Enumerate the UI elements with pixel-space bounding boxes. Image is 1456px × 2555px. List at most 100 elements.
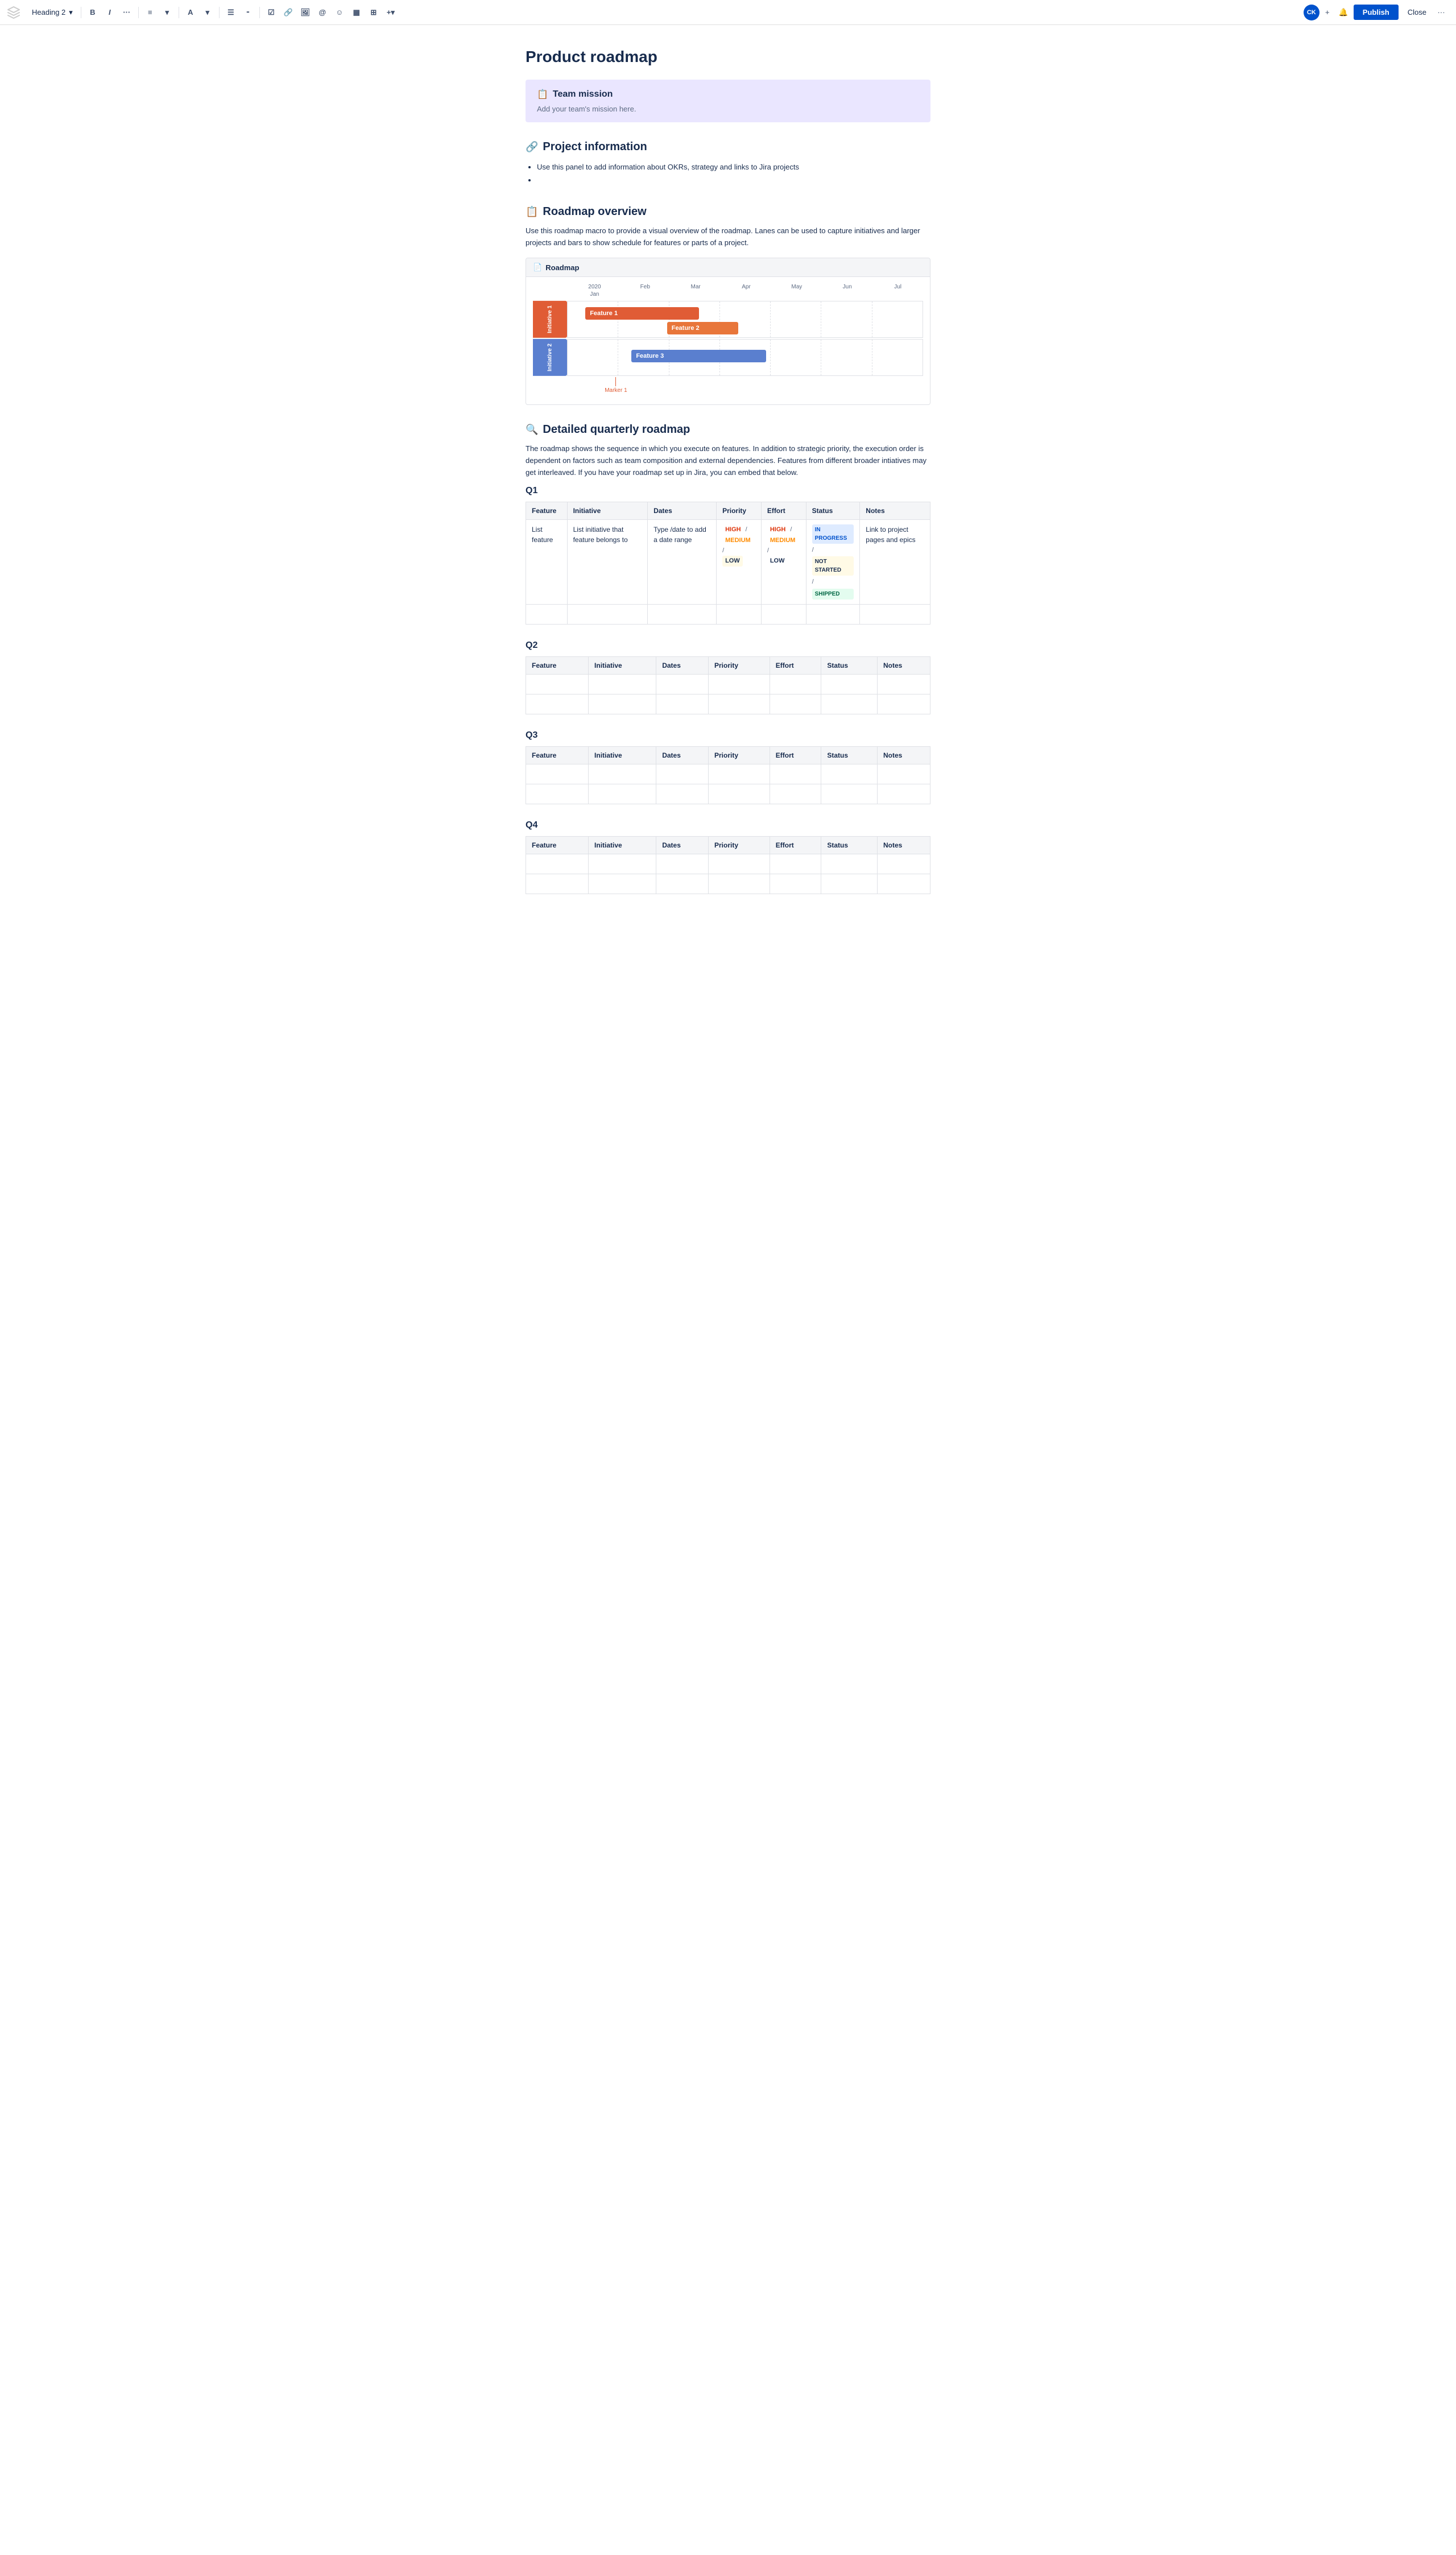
timeline-jul: Jul [872, 284, 923, 297]
heading-selector[interactable]: Heading 2 ▾ [27, 6, 77, 19]
q4-table: Feature Initiative Dates Priority Effort… [526, 836, 930, 894]
timeline-jun: Jun [822, 284, 872, 297]
dates-cell[interactable]: Type /date to add a date range [648, 519, 717, 604]
table-row-empty-2 [526, 874, 930, 894]
initiative-cell[interactable]: List initiative that feature belongs to [567, 519, 647, 604]
col-status: Status [821, 746, 878, 764]
col-initiative: Initiative [589, 656, 656, 674]
col-effort: Effort [761, 502, 806, 519]
divider-4 [219, 7, 220, 18]
color-chevron[interactable]: ▾ [200, 5, 216, 20]
notifications-button[interactable]: 🔔 [1335, 5, 1351, 20]
effort-high: HIGH [767, 524, 789, 535]
q3-table: Feature Initiative Dates Priority Effort… [526, 746, 930, 804]
roadmap-overview-heading: 📋 Roadmap overview [526, 205, 930, 218]
col-notes: Notes [860, 502, 930, 519]
priority-medium: MEDIUM [722, 535, 754, 546]
feature2-bar: Feature 2 [667, 322, 738, 334]
align-button[interactable]: ≡ [142, 5, 158, 20]
task-button[interactable]: ☑ [263, 5, 279, 20]
table-row: List feature List initiative that featur… [526, 519, 930, 604]
text-format-group: B I ··· [85, 5, 135, 20]
ordered-list-button[interactable]: ⁃ [240, 5, 256, 20]
mission-icon: 📋 [537, 89, 548, 100]
effort-medium: MEDIUM [767, 535, 799, 546]
lane-content-2: Feature 3 [567, 339, 923, 376]
col-notes: Notes [878, 746, 930, 764]
q3-title: Q3 [526, 730, 930, 741]
more-text-button[interactable]: ··· [119, 5, 135, 20]
table-row-empty [526, 604, 930, 624]
more-options-button[interactable]: ··· [1433, 5, 1449, 20]
table-row-empty-1 [526, 854, 930, 874]
mission-header: 📋 Team mission [537, 89, 919, 100]
table-header-row: Feature Initiative Dates Priority Effort… [526, 502, 930, 519]
mention-button[interactable]: @ [315, 5, 330, 20]
roadmap-chart: 2020 Jan Feb Mar Apr May Jun Jul Initiat… [526, 277, 930, 404]
unordered-list-button[interactable]: ☰ [223, 5, 239, 20]
q3-section: Q3 Feature Initiative Dates Priority Eff… [526, 730, 930, 804]
col-initiative: Initiative [589, 746, 656, 764]
chevron-down-icon: ▾ [69, 8, 73, 17]
add-collaborator-button[interactable]: + [1320, 5, 1335, 20]
effort-cell[interactable]: HIGH / MEDIUM / LOW [761, 519, 806, 604]
q2-section: Q2 Feature Initiative Dates Priority Eff… [526, 640, 930, 714]
image-button[interactable]: 🖼 [297, 5, 313, 20]
columns-button[interactable]: ⊞ [366, 5, 382, 20]
link-button[interactable]: 🔗 [280, 5, 296, 20]
timeline-may: May [771, 284, 822, 297]
effort-low: LOW [767, 556, 788, 567]
avatar[interactable]: CK [1304, 5, 1320, 20]
notes-cell[interactable]: Link to project pages and epics [860, 519, 930, 604]
close-button[interactable]: Close [1401, 5, 1433, 20]
col-status: Status [806, 502, 860, 519]
mission-title: Team mission [553, 89, 613, 100]
lane-content-1: Feature 1 Feature 2 [567, 301, 923, 338]
roadmap-file-icon: 📄 [533, 263, 542, 272]
table-header-row: Feature Initiative Dates Priority Effort… [526, 656, 930, 674]
q2-table: Feature Initiative Dates Priority Effort… [526, 656, 930, 714]
publish-button[interactable]: Publish [1354, 5, 1399, 20]
table-header-row: Feature Initiative Dates Priority Effort… [526, 746, 930, 764]
more-insert-button[interactable]: +▾ [383, 5, 399, 20]
timeline-apr: Apr [721, 284, 772, 297]
lane-row-1: Initiative 1 Feature [533, 301, 923, 338]
q4-title: Q4 [526, 820, 930, 830]
bold-button[interactable]: B [85, 5, 101, 20]
feature1-bar: Feature 1 [585, 307, 699, 320]
roadmap-macro-label: Roadmap [545, 263, 579, 272]
status-shipped: SHIPPED [812, 589, 854, 600]
col-notes: Notes [878, 656, 930, 674]
mission-placeholder[interactable]: Add your team's mission here. [537, 105, 919, 113]
insert-group: ☑ 🔗 🖼 @ ☺ ▦ ⊞ +▾ [263, 5, 399, 20]
page-title[interactable]: Product roadmap [526, 48, 930, 66]
roadmap-icon: 📋 [526, 206, 538, 218]
emoji-button[interactable]: ☺ [332, 5, 348, 20]
feature-cell[interactable]: List feature [526, 519, 568, 604]
align-chevron[interactable]: ▾ [159, 5, 175, 20]
priority-cell[interactable]: HIGH / MEDIUM / LOW [717, 519, 762, 604]
italic-button[interactable]: I [102, 5, 118, 20]
col-priority: Priority [709, 836, 770, 854]
feature3-bar: Feature 3 [631, 350, 766, 362]
timeline-feb: Feb [620, 284, 671, 297]
divider-5 [259, 7, 260, 18]
col-priority: Priority [709, 746, 770, 764]
text-color-button[interactable]: A [183, 5, 198, 20]
table-row-empty-1 [526, 764, 930, 784]
roadmap-macro: 📄 Roadmap 2020 Jan Feb Mar Apr May Jun J… [526, 258, 930, 405]
list-item: Use this panel to add information about … [537, 160, 930, 173]
table-button[interactable]: ▦ [349, 5, 365, 20]
col-effort: Effort [770, 656, 821, 674]
col-feature: Feature [526, 656, 589, 674]
status-cell[interactable]: IN PROGRESS / NOT STARTED / SHIPPED [806, 519, 860, 604]
q1-section: Q1 Feature Initiative Dates Priority Eff… [526, 486, 930, 625]
page-content: Product roadmap 📋 Team mission Add your … [512, 25, 944, 958]
align-group: ≡ ▾ [142, 5, 175, 20]
col-status: Status [821, 656, 878, 674]
app-logo [7, 6, 20, 19]
col-feature: Feature [526, 746, 589, 764]
table-row-empty-2 [526, 784, 930, 804]
marker-1: Marker 1 [605, 377, 627, 394]
col-feature: Feature [526, 836, 589, 854]
